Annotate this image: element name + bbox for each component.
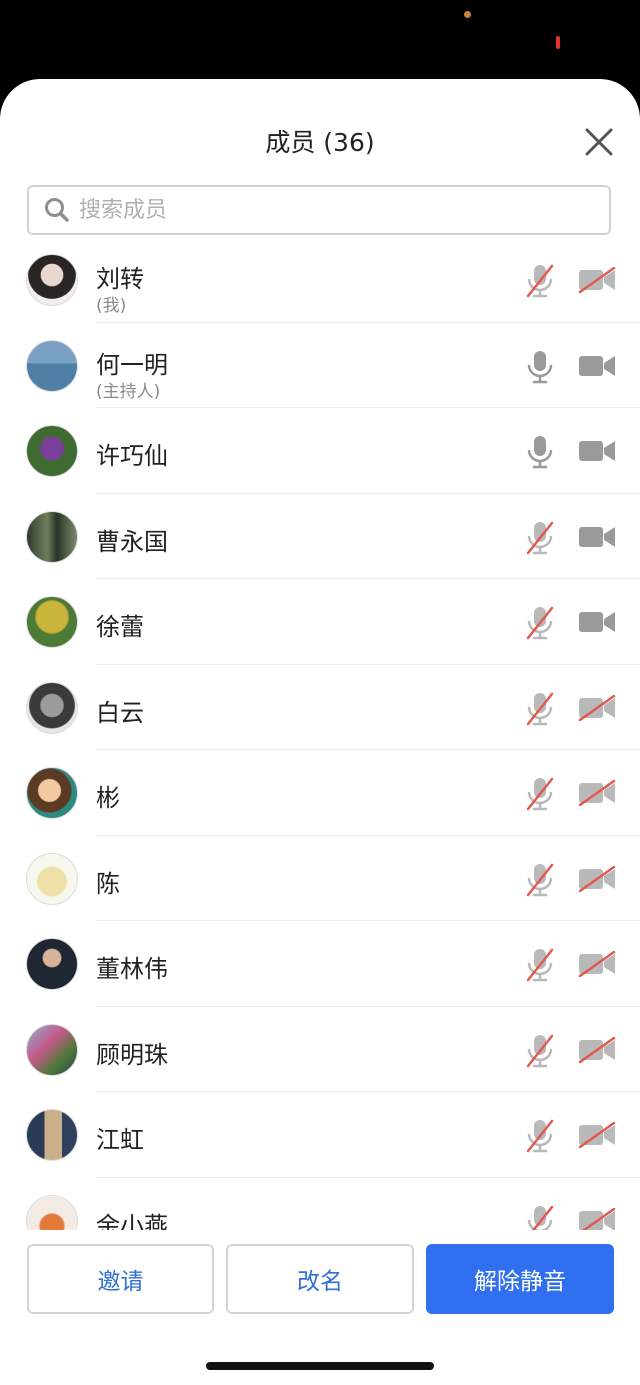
mic-muted-icon [526,521,554,554]
avatar [26,681,78,734]
camera-off-icon [578,694,616,721]
close-button[interactable] [580,123,618,161]
members-sheet: 成员 (36) 刘转 (我) 何一明(主持人) 许巧仙曹永国徐蕾白云彬陈董林伟顾明珠江… [0,79,640,1385]
avatar [26,425,78,477]
home-indicator [206,1362,434,1370]
member-row[interactable]: 何一明 (主持人) [0,323,640,408]
search-icon [45,198,69,222]
mic-muted-icon [526,606,554,640]
rename-button[interactable]: 改名 [226,1244,414,1314]
invite-button[interactable]: 邀请 [27,1244,214,1314]
camera-off-icon [578,951,616,977]
member-name: 顾明珠 [96,1040,168,1069]
member-name: 彬 [96,784,120,812]
camera-off-icon [579,1207,616,1230]
member-name: 陈 [96,869,120,898]
avatar [26,596,78,648]
member-name: 许巧仙 [96,442,168,470]
member-list[interactable]: 刘转 (我) 何一明 (主持人) 许巧仙曹永国徐蕾白云彬陈董林伟顾明珠江虹余小燕 [0,237,640,1230]
member-row[interactable]: 刘转 (我) [0,237,640,323]
member-row[interactable]: 徐蕾 [0,579,640,665]
camera-icon [579,526,615,547]
status-indicator-red [556,36,560,49]
avatar [26,339,78,392]
mic-muted-icon [526,692,554,725]
member-name: 何一明 [96,350,168,379]
mic-muted-icon [526,948,554,982]
close-icon [585,128,613,156]
camera-off-icon [578,865,616,892]
unmute-button[interactable]: 解除静音 [426,1244,614,1314]
camera-off-icon [578,1036,616,1063]
avatar [26,852,78,905]
avatar [26,1194,78,1230]
mic-muted-icon [526,1119,554,1153]
mic-muted-icon [526,1034,554,1067]
mic-icon [527,350,553,383]
avatar [26,938,78,990]
mic-muted-icon [526,863,554,896]
member-name: 白云 [96,698,144,727]
camera-icon [579,441,615,461]
member-role: (我) [96,296,127,316]
avatar [26,510,78,563]
avatar [26,254,78,306]
camera-off-icon [578,780,616,806]
member-row[interactable]: 江虹 [0,1092,640,1178]
member-row[interactable]: 白云 [0,665,640,750]
camera-icon [579,355,615,376]
avatar [26,767,78,819]
member-name: 刘转 [96,265,144,293]
mic-muted-icon [526,264,554,298]
member-name: 江虹 [96,1126,144,1154]
member-row[interactable]: 顾明珠 [0,1007,640,1092]
search-input[interactable] [77,196,561,224]
member-row[interactable]: 余小燕 [0,1178,640,1231]
member-row[interactable]: 董林伟 [0,921,640,1007]
avatar [26,1023,78,1076]
mic-icon [527,436,553,469]
member-row[interactable]: 陈 [0,836,640,921]
search-box[interactable] [27,185,611,235]
status-indicator-orange [464,11,471,18]
member-row[interactable]: 许巧仙 [0,408,640,494]
member-role: (主持人) [96,381,161,402]
member-row[interactable]: 彬 [0,750,640,836]
camera-icon [579,612,615,632]
member-row[interactable]: 曹永国 [0,494,640,579]
member-name: 余小燕 [96,1211,168,1231]
member-name: 董林伟 [96,955,168,983]
mic-muted-icon [527,1205,554,1230]
mic-muted-icon [526,777,554,811]
member-name: 曹永国 [96,527,168,556]
avatar [26,1109,78,1161]
sheet-title: 成员 (36) [265,128,375,157]
camera-off-icon [578,267,616,293]
member-name: 徐蕾 [96,613,144,641]
camera-off-icon [578,1122,616,1148]
